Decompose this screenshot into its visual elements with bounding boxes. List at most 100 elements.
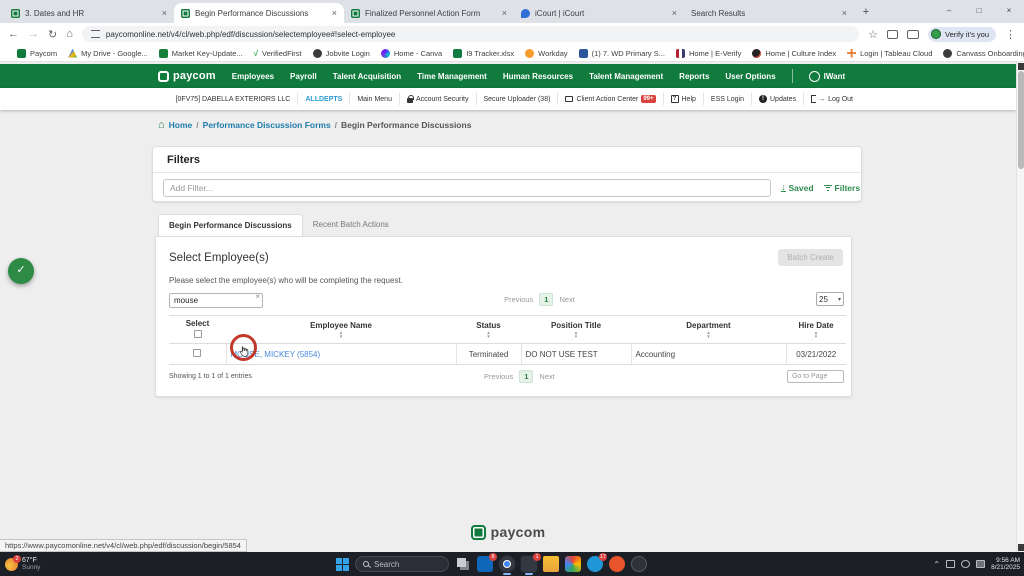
bookmark-i9-tracker[interactable]: I9 Tracker.xlsx bbox=[453, 48, 514, 58]
tab-close-icon[interactable]: × bbox=[162, 8, 167, 18]
nav-time-management[interactable]: Time Management bbox=[417, 72, 487, 81]
breadcrumb-section[interactable]: Performance Discussion Forms bbox=[203, 120, 331, 130]
tab-close-icon[interactable]: × bbox=[332, 8, 337, 18]
saved-filters-button[interactable]: ↓ Saved bbox=[781, 183, 814, 193]
tab-close-icon[interactable]: × bbox=[672, 8, 677, 18]
browser-tab-begin-performance[interactable]: Begin Performance Discussions × bbox=[174, 3, 344, 23]
col-employee-name[interactable]: Employee Name ▲ ▼ bbox=[226, 315, 456, 344]
scroll-down-arrow[interactable] bbox=[1018, 544, 1024, 551]
nav-reports[interactable]: Reports bbox=[679, 72, 709, 81]
bookmark-jobvite[interactable]: Jobvite Login bbox=[312, 48, 370, 58]
page-size-select[interactable]: 25 ▾ bbox=[816, 292, 844, 306]
paycom-logo[interactable]: paycom bbox=[158, 70, 216, 82]
scroll-up-arrow[interactable] bbox=[1018, 63, 1024, 70]
sort-icons[interactable]: ▲ ▼ bbox=[788, 330, 844, 342]
bookmark-everify[interactable]: Home | E-Verify bbox=[675, 48, 741, 58]
browser-tab-search-results[interactable]: Search Results × bbox=[684, 3, 1024, 555]
scrollbar-thumb[interactable] bbox=[1018, 71, 1024, 169]
check-app-icon[interactable]: 17 bbox=[587, 553, 607, 572]
forward-icon[interactable]: → bbox=[28, 28, 39, 40]
next-button[interactable]: Next bbox=[539, 372, 554, 381]
main-menu-link[interactable]: Main Menu bbox=[349, 93, 399, 105]
tab-search-icon[interactable] bbox=[907, 29, 920, 39]
device-icon[interactable] bbox=[946, 560, 956, 568]
teams-icon[interactable]: 1 bbox=[521, 553, 541, 575]
select-all-checkbox[interactable] bbox=[193, 330, 202, 338]
add-filter-input[interactable] bbox=[163, 179, 771, 197]
updates-link[interactable]: ! Updates bbox=[751, 93, 803, 105]
start-button[interactable] bbox=[336, 557, 349, 571]
client-action-center-link[interactable]: Client Action Center 99+ bbox=[557, 93, 662, 105]
employee-search-input[interactable] bbox=[169, 293, 263, 308]
weather-widget[interactable]: 2 67°F Sunny bbox=[0, 554, 40, 571]
nav-user-options[interactable]: User Options bbox=[725, 72, 775, 81]
dark-app-icon[interactable] bbox=[631, 556, 647, 572]
col-department[interactable]: Department ▲ ▼ bbox=[631, 315, 786, 344]
taskbar-clock[interactable]: 9:56 AM 8/21/2025 bbox=[991, 557, 1020, 572]
pen-icon[interactable] bbox=[976, 560, 986, 568]
nav-human-resources[interactable]: Human Resources bbox=[503, 72, 573, 81]
sort-icons[interactable]: ▲ ▼ bbox=[458, 330, 519, 342]
col-status[interactable]: Status ▲ ▼ bbox=[456, 315, 521, 344]
site-settings-icon[interactable] bbox=[90, 30, 100, 38]
address-bar[interactable]: paycomonline.net/v4/cl/web.php/edf/discu… bbox=[81, 26, 860, 42]
back-icon[interactable]: ← bbox=[8, 28, 19, 40]
tab-close-icon[interactable]: × bbox=[502, 8, 507, 18]
filters-button[interactable]: Filters bbox=[823, 183, 860, 193]
sort-icons[interactable]: ▲ ▼ bbox=[523, 330, 629, 342]
bookmark-paycom[interactable]: Paycom bbox=[17, 48, 57, 58]
alldepts-link[interactable]: ALLDEPTS bbox=[297, 93, 349, 105]
col-hire-date[interactable]: Hire Date ▲ ▼ bbox=[786, 315, 846, 344]
logout-link[interactable]: → Log Out bbox=[803, 93, 860, 105]
bookmark-verifiedfirst[interactable]: √ VerifiedFirst bbox=[254, 49, 302, 58]
file-explorer-icon[interactable] bbox=[543, 556, 559, 572]
minimize-button[interactable]: – bbox=[934, 0, 964, 23]
close-window-button[interactable]: × bbox=[994, 0, 1024, 23]
tray-chevron-icon[interactable]: ⌃ bbox=[933, 560, 940, 569]
bookmark-canvass[interactable]: Canvass Onboarding bbox=[943, 48, 1024, 58]
previous-button[interactable]: Previous bbox=[504, 295, 533, 304]
breadcrumb-home[interactable]: Home bbox=[169, 120, 193, 130]
maximize-button[interactable]: □ bbox=[964, 0, 994, 23]
task-view-button[interactable] bbox=[455, 556, 471, 572]
tab-recent-batch-actions[interactable]: Recent Batch Actions bbox=[303, 214, 399, 236]
profile-verify-button[interactable]: Verify it's you bbox=[928, 26, 996, 42]
reload-icon[interactable]: ↻ bbox=[48, 28, 57, 41]
ess-login-link[interactable]: ESS Login bbox=[702, 93, 751, 105]
nav-employees[interactable]: Employees bbox=[232, 72, 274, 81]
page-scrollbar[interactable] bbox=[1016, 62, 1024, 552]
sort-icons[interactable]: ▲ ▼ bbox=[228, 330, 454, 342]
previous-button[interactable]: Previous bbox=[484, 372, 513, 381]
browser-tab-dates-hr[interactable]: 3. Dates and HR × bbox=[4, 3, 174, 23]
t-app-icon[interactable] bbox=[609, 556, 625, 572]
volume-muted-icon[interactable] bbox=[961, 560, 971, 568]
bookmark-workday[interactable]: Workday bbox=[525, 48, 568, 58]
nav-talent-acquisition[interactable]: Talent Acquisition bbox=[333, 72, 401, 81]
tab-begin-performance-discussions[interactable]: Begin Performance Discussions bbox=[158, 214, 303, 236]
bookmark-sheets[interactable]: Market Key-Update... bbox=[158, 48, 243, 58]
outlook-icon[interactable]: 8 bbox=[477, 553, 497, 572]
bookmark-tableau[interactable]: Login | Tableau Cloud bbox=[847, 48, 932, 58]
go-to-page-input[interactable] bbox=[786, 370, 844, 383]
page-number[interactable]: 1 bbox=[519, 370, 534, 383]
secure-uploader-link[interactable]: Secure Uploader (38) bbox=[475, 93, 558, 105]
browser-tab-finalized-paf[interactable]: Finalized Personnel Action Form × bbox=[344, 3, 514, 23]
row-checkbox[interactable] bbox=[193, 349, 202, 357]
bookmark-canva[interactable]: Home - Canva bbox=[380, 48, 442, 58]
next-button[interactable]: Next bbox=[559, 295, 574, 304]
bookmark-wd-primary[interactable]: (1) 7. WD Primary S... bbox=[578, 48, 665, 58]
help-link[interactable]: ? Help bbox=[662, 93, 703, 105]
photos-icon[interactable] bbox=[565, 556, 581, 572]
chrome-icon[interactable] bbox=[499, 556, 515, 575]
browser-menu-icon[interactable]: ⋮ bbox=[1005, 28, 1016, 41]
nav-talent-management[interactable]: Talent Management bbox=[589, 72, 663, 81]
account-security-link[interactable]: Account Security bbox=[398, 93, 476, 105]
feedback-check-button[interactable]: ✓ bbox=[8, 258, 34, 284]
bookmark-drive[interactable]: My Drive - Google... bbox=[68, 48, 148, 58]
extensions-icon[interactable] bbox=[887, 29, 899, 39]
taskbar-search[interactable]: Search bbox=[355, 556, 449, 572]
bookmark-culture-index[interactable]: Home | Culture Index bbox=[752, 48, 836, 58]
sort-icons[interactable]: ▲ ▼ bbox=[633, 330, 784, 342]
browser-tab-icourt[interactable]: iCourt | iCourt × bbox=[514, 3, 684, 23]
iwant-button[interactable]: IWant bbox=[808, 70, 845, 82]
